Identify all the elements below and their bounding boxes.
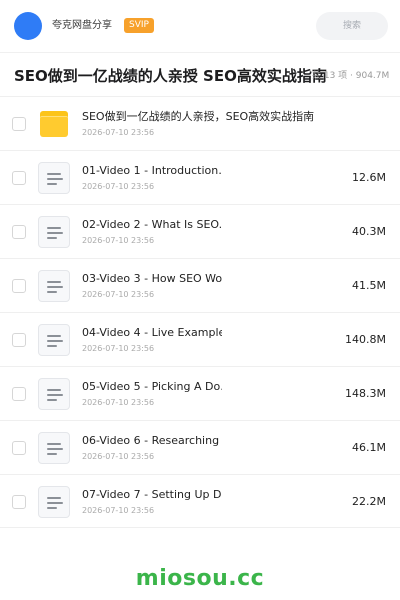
file-date: 2026-07-10 23:56 (82, 452, 155, 461)
file-row[interactable]: 01-Video 1 - Introduction… 2026-07-10 23:… (0, 150, 400, 204)
file-size: 22.2M (352, 495, 386, 508)
row-checkbox[interactable] (12, 333, 26, 347)
file-date: 2026-07-10 23:56 (82, 344, 155, 353)
share-owner-name[interactable]: 夸克网盘分享 (52, 19, 112, 33)
file-name[interactable]: 03-Video 3 - How SEO Work… (82, 271, 222, 286)
file-size: 12.6M (352, 171, 386, 184)
file-name[interactable]: 05-Video 5 - Picking A Do… (82, 379, 222, 394)
row-checkbox[interactable] (12, 387, 26, 401)
page-title: SEO做到一亿战绩的人亲授 SEO高效实战指南 (14, 67, 327, 85)
document-icon (38, 324, 70, 356)
document-icon (38, 162, 70, 194)
file-name[interactable]: 01-Video 1 - Introduction… (82, 163, 222, 178)
file-row[interactable]: 04-Video 4 - Live Example… 2026-07-10 23:… (0, 312, 400, 366)
file-name[interactable]: 06-Video 6 - Researching … (82, 433, 222, 448)
row-checkbox[interactable] (12, 171, 26, 185)
svip-badge: SVIP (124, 18, 154, 33)
file-date: 2026-07-10 23:56 (82, 128, 155, 137)
file-row[interactable]: 07-Video 7 - Setting Up D… 2026-07-10 23:… (0, 474, 400, 528)
document-icon (38, 432, 70, 464)
row-checkbox[interactable] (12, 225, 26, 239)
document-icon (38, 378, 70, 410)
folder-row[interactable]: SEO做到一亿战绩的人亲授，SEO高效实战指南 2026-07-10 23:56 (0, 96, 400, 150)
row-checkbox[interactable] (12, 495, 26, 509)
document-icon (38, 486, 70, 518)
file-date: 2026-07-10 23:56 (82, 398, 155, 407)
top-bar: 夸克网盘分享 SVIP 搜索 (0, 0, 400, 52)
row-checkbox[interactable] (12, 117, 26, 131)
file-name[interactable]: 04-Video 4 - Live Example… (82, 325, 222, 340)
file-row[interactable]: 02-Video 2 - What Is SEO.… 2026-07-10 23:… (0, 204, 400, 258)
file-date: 2026-07-10 23:56 (82, 506, 155, 515)
file-size: 148.3M (345, 387, 386, 400)
file-row[interactable]: 05-Video 5 - Picking A Do… 2026-07-10 23:… (0, 366, 400, 420)
file-date: 2026-07-10 23:56 (82, 182, 155, 191)
avatar[interactable] (14, 12, 42, 40)
file-name[interactable]: SEO做到一亿战绩的人亲授，SEO高效实战指南 (82, 109, 382, 124)
search-input[interactable]: 搜索 (316, 12, 388, 40)
file-list: SEO做到一亿战绩的人亲授，SEO高效实战指南 2026-07-10 23:56 0… (0, 96, 400, 528)
document-icon (38, 216, 70, 248)
row-checkbox[interactable] (12, 441, 26, 455)
file-row[interactable]: 03-Video 3 - How SEO Work… 2026-07-10 23:… (0, 258, 400, 312)
file-summary: 共 13 项 · 904.7M (312, 71, 390, 81)
file-date: 2026-07-10 23:56 (82, 236, 155, 245)
file-size: 140.8M (345, 333, 386, 346)
folder-icon (40, 111, 68, 137)
file-size: 46.1M (352, 441, 386, 454)
file-date: 2026-07-10 23:56 (82, 290, 155, 299)
file-size: 40.3M (352, 225, 386, 238)
file-name[interactable]: 07-Video 7 - Setting Up D… (82, 487, 222, 502)
watermark-text: miosou.cc (135, 566, 265, 591)
row-checkbox[interactable] (12, 279, 26, 293)
file-name[interactable]: 02-Video 2 - What Is SEO.… (82, 217, 222, 232)
header-divider (0, 52, 400, 53)
document-icon (38, 270, 70, 302)
file-size: 41.5M (352, 279, 386, 292)
file-row[interactable]: 06-Video 6 - Researching … 2026-07-10 23:… (0, 420, 400, 474)
